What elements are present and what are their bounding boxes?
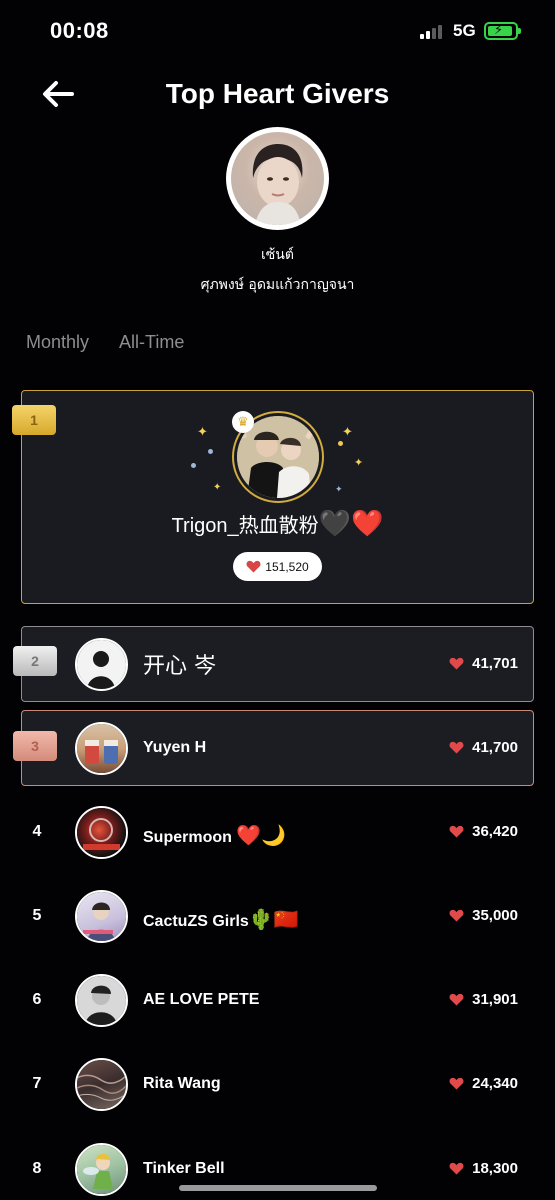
avatar[interactable] (75, 1143, 128, 1196)
first-place-hearts: 151,520 (233, 552, 322, 581)
heart-icon (449, 993, 464, 1006)
rank-number: 6 (32, 991, 42, 1008)
sparkle-icon: ✦ (342, 424, 353, 439)
giver-name: Yuyen H (143, 739, 207, 756)
giver-name: 开心 岑 (143, 654, 216, 679)
page-title: Top Heart Givers (165, 78, 390, 109)
tab-all-time[interactable]: All-Time (119, 332, 184, 353)
rank-badge-gold: 1 (12, 405, 56, 435)
heart-count: 36,420 (449, 823, 518, 840)
crown-icon: ♛ (232, 411, 254, 433)
sparkle-icon: ✦ (335, 484, 343, 494)
heart-icon (449, 1162, 464, 1175)
heart-icon (246, 560, 261, 573)
clock: 00:08 (50, 18, 109, 43)
giver-name-row: CactuZS Girls🌵🇨🇳 (143, 907, 299, 931)
home-indicator[interactable] (179, 1185, 377, 1191)
sparkle-icon: ✦ (197, 424, 208, 439)
heart-icon (449, 825, 464, 838)
sparkle-icon: ✦ (354, 457, 364, 469)
giver-name-row: Supermoon ❤️🌙 (143, 823, 287, 847)
avatar[interactable] (75, 1058, 128, 1111)
battery-charging-icon: ⚡ (484, 22, 521, 40)
decor-dot (338, 441, 343, 446)
creator-full-name: ศุภพงษ์ อุดมแก้วกาญจนา (200, 277, 355, 293)
rank-badge-bronze: 3 (13, 731, 57, 761)
giver-name: Rita Wang (143, 1075, 221, 1092)
heart-count: 18,300 (449, 1160, 518, 1177)
rank-number: 4 (32, 823, 42, 840)
avatar[interactable] (75, 806, 128, 859)
cellular-signal-icon (420, 25, 446, 39)
decor-dot (191, 463, 196, 468)
avatar[interactable] (75, 974, 128, 1027)
heart-count: 41,701 (449, 655, 518, 672)
giver-name: Tinker Bell (143, 1160, 225, 1177)
rank-badge-silver: 2 (13, 646, 57, 676)
status-bar: 00:08 5G ⚡ (0, 0, 555, 62)
tab-monthly[interactable]: Monthly (26, 332, 89, 353)
rank-number: 7 (32, 1075, 42, 1092)
heart-count: 24,340 (449, 1075, 518, 1092)
decor-dot (208, 449, 213, 454)
creator-name: เซ้นต์ (261, 247, 294, 263)
sparkle-icon: ✦ (213, 482, 222, 493)
giver-name: AE LOVE PETE (143, 991, 260, 1008)
heart-icon (449, 741, 464, 754)
heart-icon (449, 657, 464, 670)
heart-count: 41,700 (449, 739, 518, 756)
first-place-name: Trigon_热血散粉🖤❤️ (171, 509, 384, 539)
avatar[interactable] (75, 638, 128, 691)
avatar[interactable] (75, 722, 128, 775)
heart-icon (449, 1077, 464, 1090)
creator-avatar[interactable] (226, 127, 329, 230)
heart-count: 35,000 (449, 907, 518, 924)
heart-count: 31,901 (449, 991, 518, 1008)
rank-number: 5 (32, 907, 42, 924)
rank-number: 8 (32, 1160, 42, 1177)
network-type: 5G (453, 21, 476, 40)
avatar[interactable] (75, 890, 128, 943)
heart-icon (449, 909, 464, 922)
